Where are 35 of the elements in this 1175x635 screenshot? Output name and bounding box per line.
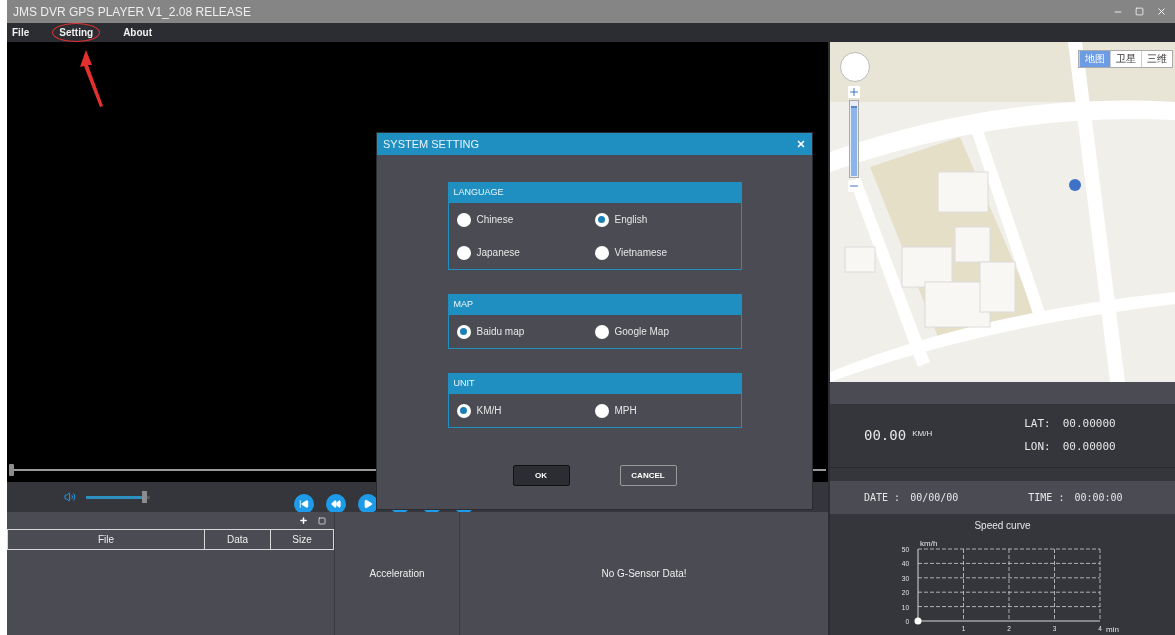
dialog-title: SYSTEM SETTING: [383, 136, 479, 152]
date-label: DATE :: [864, 491, 901, 505]
option-label: KM/H: [476, 404, 502, 418]
axis-label: km/h: [919, 539, 937, 548]
menu-item[interactable]: About: [123, 25, 152, 40]
column-header[interactable]: Size: [270, 530, 333, 549]
lon-value: 00.00000: [1062, 438, 1116, 455]
g-sensor-message: No G-Sensor Data!: [601, 567, 687, 581]
option-label: Japanese: [476, 246, 520, 260]
axis-label: min: [1105, 625, 1119, 634]
time-value: 00:00:00: [1074, 491, 1123, 505]
ok-button[interactable]: OK: [512, 465, 570, 486]
option-label: Baidu map: [476, 325, 525, 339]
column-header[interactable]: File: [8, 530, 204, 549]
option-label: Chinese: [476, 213, 514, 227]
lat-value: 00.00000: [1062, 416, 1116, 432]
speed-unit: KM/H: [912, 427, 933, 440]
option-label: English: [614, 213, 648, 227]
lon-label: LON:: [1024, 438, 1051, 455]
cancel-button[interactable]: CANCEL: [619, 465, 677, 486]
group-title: LANGUAGE: [453, 186, 504, 200]
time-label: TIME :: [1028, 491, 1065, 505]
group-title: UNIT: [453, 377, 475, 391]
acceleration-label: Acceleration: [369, 567, 425, 581]
window-title: JMS DVR GPS PLAYER V1_2.08 RELEASE: [13, 3, 251, 21]
option-label: MPH: [614, 404, 637, 418]
date-value: 00/00/00: [910, 491, 959, 505]
group-title: MAP: [453, 298, 473, 312]
lat-label: LAT:: [1024, 416, 1051, 432]
chart-title: Speed curve: [974, 519, 1031, 533]
option-label: Google Map: [614, 325, 669, 339]
option-label: Vietnamese: [614, 246, 668, 260]
speed-value: 00.00: [864, 426, 907, 445]
column-header[interactable]: Data: [204, 530, 270, 549]
menu-item[interactable]: File: [12, 25, 30, 40]
